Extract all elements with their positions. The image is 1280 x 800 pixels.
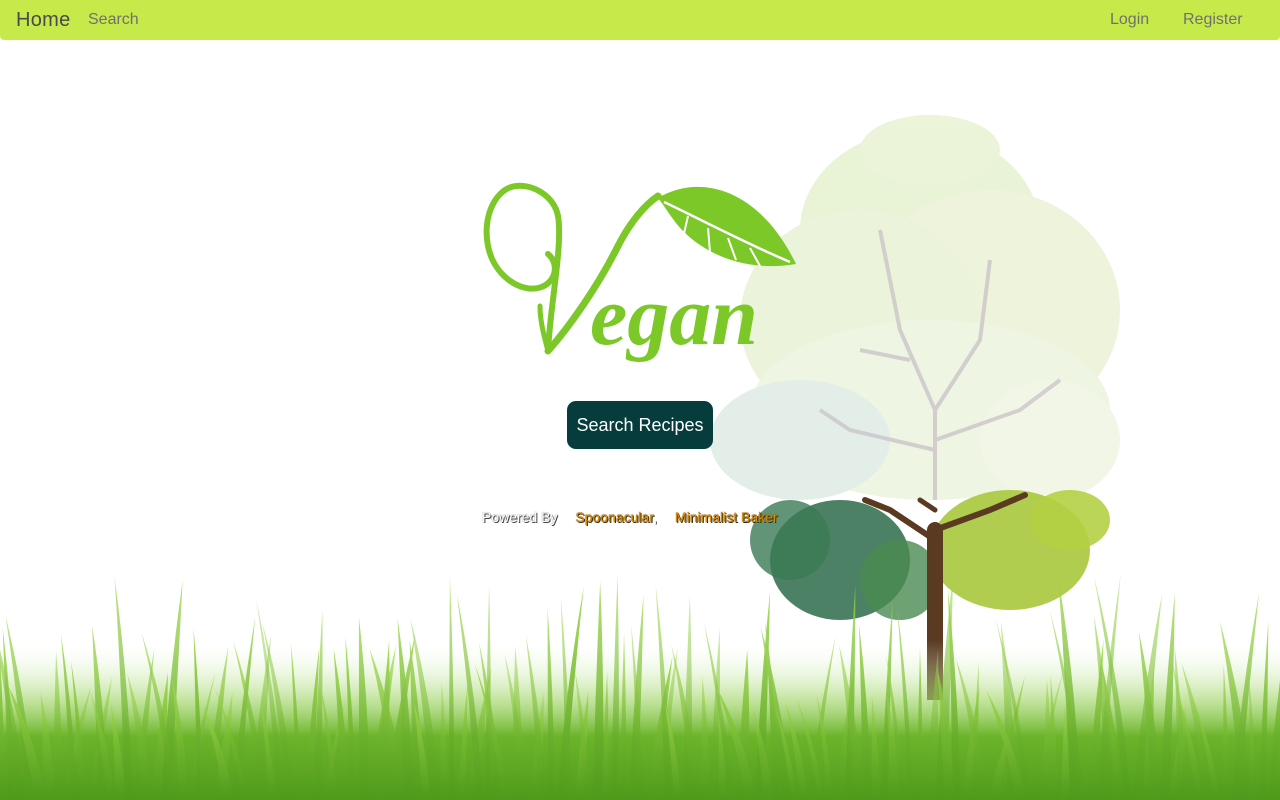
- nav-login-link[interactable]: Login: [1110, 11, 1149, 29]
- page: Home Search Login Register egan Search R…: [0, 0, 1280, 800]
- leaf-icon: [658, 186, 796, 267]
- search-recipes-button[interactable]: Search Recipes: [567, 401, 713, 449]
- powered-by: Powered By Spoonacular, Minimalist Baker: [482, 509, 778, 525]
- navbar: Home Search Login Register: [0, 0, 1280, 40]
- logo-egan-text: egan: [590, 270, 758, 363]
- nav-search-link[interactable]: Search: [88, 11, 139, 29]
- minimalist-baker-link[interactable]: Minimalist Baker: [675, 509, 778, 525]
- vegan-logo: egan: [483, 182, 796, 363]
- grass-illustration: [0, 574, 1280, 800]
- separator: ,: [653, 509, 658, 525]
- spoonacular-link[interactable]: Spoonacular: [575, 509, 653, 525]
- powered-by-label: Powered By: [482, 509, 558, 525]
- nav-home-link[interactable]: Home: [16, 9, 71, 32]
- nav-register-link[interactable]: Register: [1183, 11, 1243, 29]
